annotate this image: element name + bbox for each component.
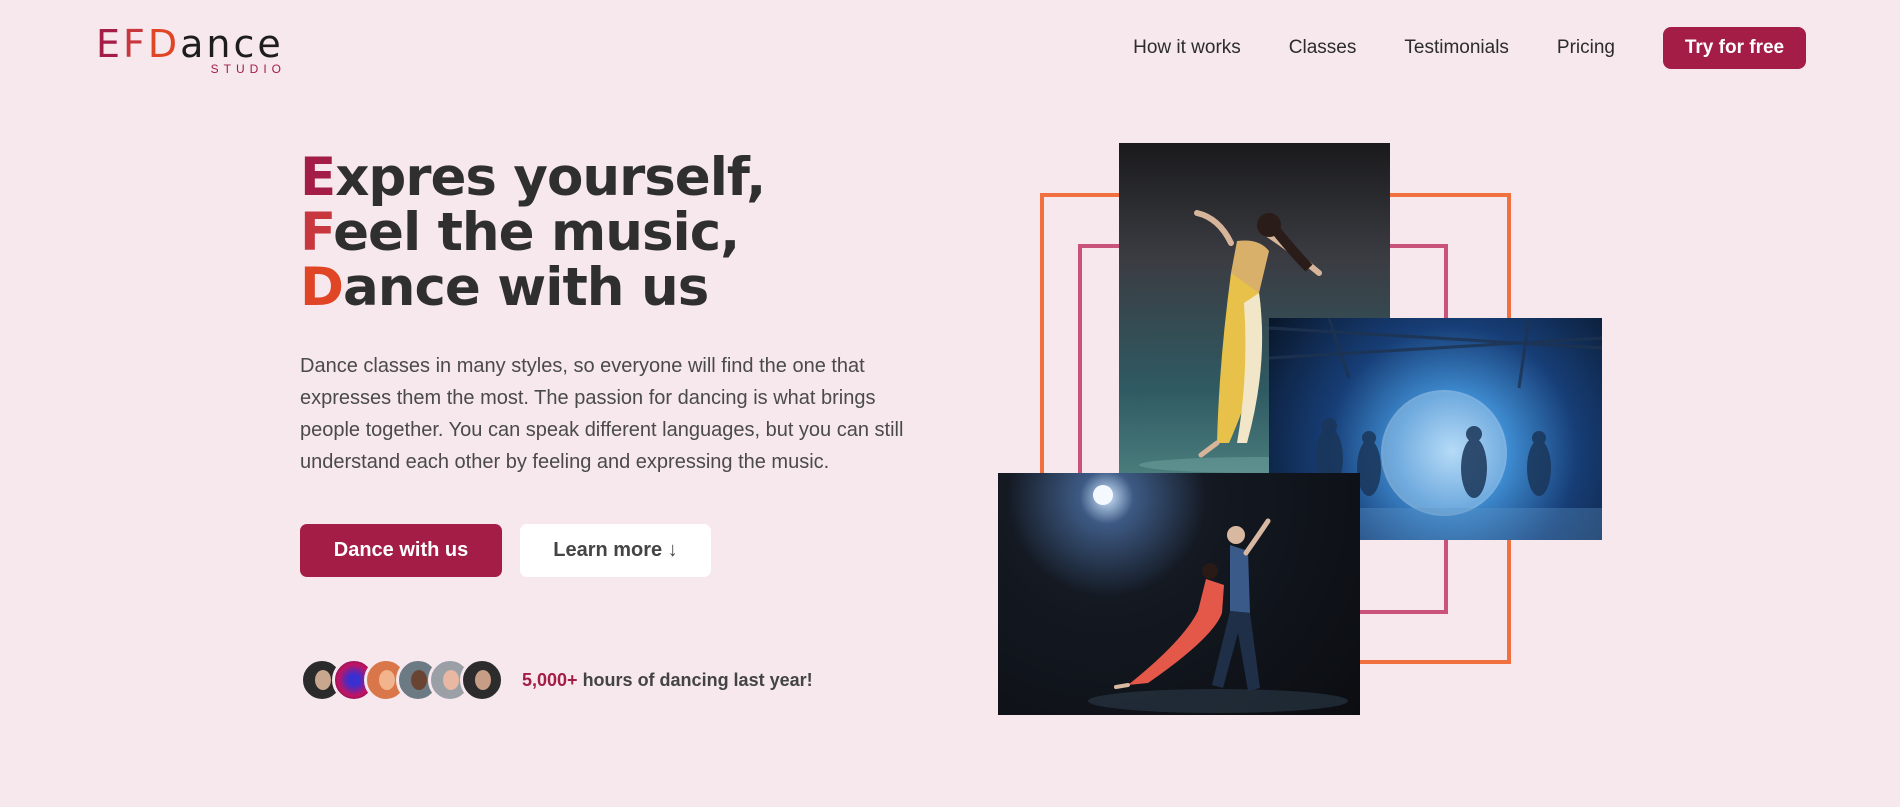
nav-classes[interactable]: Classes <box>1289 37 1357 59</box>
logo-subtitle: STUDIO <box>210 62 286 76</box>
hero-heading: Expres yourself, Feel the music, Dance w… <box>300 150 940 315</box>
heading-line-3: Dance with us <box>300 257 709 318</box>
photo-collage <box>998 143 1602 715</box>
heading-line-1: Expres yourself, <box>300 147 766 208</box>
avatar-group <box>300 658 504 702</box>
try-for-free-button[interactable]: Try for free <box>1663 27 1806 69</box>
dancers-photo-tango <box>998 473 1360 715</box>
nav-pricing[interactable]: Pricing <box>1557 37 1615 59</box>
main-nav: How it works Classes Testimonials Pricin… <box>1133 27 1806 69</box>
dance-with-us-button[interactable]: Dance with us <box>300 524 502 577</box>
avatar <box>460 658 504 702</box>
page: EFDance STUDIO How it works Classes Test… <box>0 0 1900 807</box>
hero-text: Expres yourself, Feel the music, Dance w… <box>300 150 940 478</box>
nav-how-it-works[interactable]: How it works <box>1133 37 1241 59</box>
logo[interactable]: EFDance STUDIO <box>96 24 296 76</box>
learn-more-button[interactable]: Learn more ↓ <box>520 524 711 577</box>
hero-description: Dance classes in many styles, so everyon… <box>300 355 904 473</box>
heading-line-2: Feel the music, <box>300 202 740 263</box>
hours-count: 5,000+ <box>522 669 578 690</box>
social-proof: 5,000+ hours of dancing last year! <box>300 658 813 702</box>
hero-buttons: Dance with us Learn more ↓ <box>300 524 711 577</box>
social-proof-text: 5,000+ hours of dancing last year! <box>522 669 813 690</box>
logo-wordmark: EFDance <box>96 22 284 66</box>
nav-testimonials[interactable]: Testimonials <box>1404 37 1509 59</box>
